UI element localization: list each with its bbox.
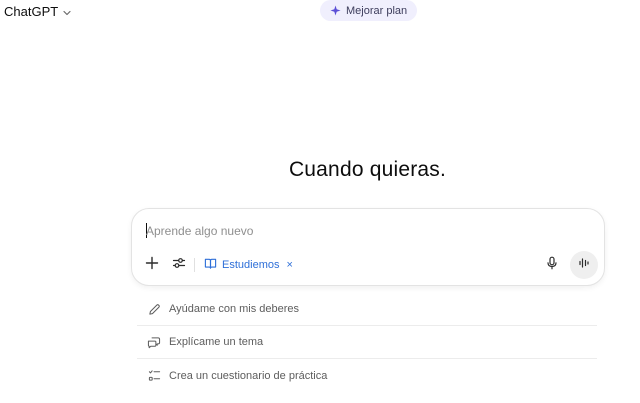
plus-icon bbox=[145, 256, 159, 275]
suggestion-homework[interactable]: Ayúdame con mis deberes bbox=[137, 293, 597, 326]
suggestion-list: Ayúdame con mis deberes Explícame un tem… bbox=[137, 293, 597, 392]
chat-page: ChatGPT Mejorar plan Cuando quieras. Apr… bbox=[0, 0, 640, 403]
message-composer: Estudiemos × bbox=[131, 208, 605, 286]
suggestion-explain-topic[interactable]: Explícame un tema bbox=[137, 326, 597, 359]
microphone-icon bbox=[545, 256, 559, 275]
toolbar-divider bbox=[194, 258, 195, 272]
study-mode-chip[interactable]: Estudiemos × bbox=[204, 255, 293, 275]
suggestion-practice-quiz[interactable]: Crea un cuestionario de práctica bbox=[137, 359, 597, 392]
voice-waveform-icon bbox=[577, 256, 591, 275]
prompt-input[interactable] bbox=[146, 223, 566, 239]
dictate-button[interactable] bbox=[542, 255, 562, 275]
checklist-icon bbox=[147, 369, 161, 383]
upgrade-plan-label: Mejorar plan bbox=[346, 4, 408, 17]
chat-bubbles-icon bbox=[147, 335, 161, 349]
model-name: ChatGPT bbox=[4, 3, 59, 19]
sparkle-icon bbox=[330, 5, 341, 16]
sliders-icon bbox=[172, 256, 186, 275]
page-headline: Cuando quieras. bbox=[288, 158, 447, 181]
model-selector[interactable]: ChatGPT bbox=[4, 2, 72, 20]
remove-study-mode-button[interactable]: × bbox=[286, 259, 292, 271]
tools-button[interactable] bbox=[169, 255, 189, 275]
suggestion-label: Explícame un tema bbox=[169, 336, 264, 348]
chevron-down-icon bbox=[62, 6, 72, 16]
voice-mode-button[interactable] bbox=[570, 251, 598, 279]
pencil-icon bbox=[147, 302, 161, 316]
suggestion-label: Crea un cuestionario de práctica bbox=[169, 369, 328, 382]
add-attachment-button[interactable] bbox=[142, 255, 162, 275]
book-icon bbox=[204, 257, 217, 273]
upgrade-plan-button[interactable]: Mejorar plan bbox=[320, 0, 418, 21]
study-mode-label: Estudiemos bbox=[222, 259, 280, 271]
suggestion-label: Ayúdame con mis deberes bbox=[169, 303, 300, 315]
